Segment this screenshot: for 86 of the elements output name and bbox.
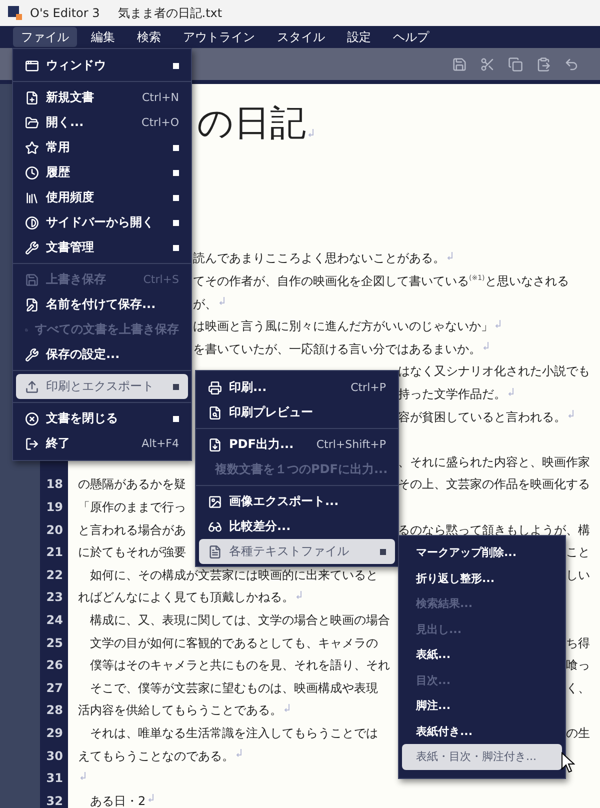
line-number: 21	[45, 545, 64, 560]
shortcut-label: Ctrl+Shift+P	[316, 438, 386, 451]
text-line: そこで、僕等が文芸家に望むものは、映画構成や表現	[89, 682, 378, 694]
app-title: O's Editor 3	[30, 6, 100, 20]
line-number: 22	[45, 568, 64, 582]
menu-item[interactable]: マークアップ削除...	[402, 540, 562, 566]
line-number: 27	[45, 680, 64, 695]
text-line: 読んであまりこころよく思わないことがある。	[193, 252, 445, 264]
line-number: 26	[45, 658, 64, 672]
menu-item[interactable]: 保存の設定...	[16, 342, 188, 367]
text-line: 如何に、その構成が文芸家には映画的に出来ていると	[89, 568, 378, 581]
menu-item[interactable]: 印刷とエクスポート	[16, 374, 188, 399]
line-number: 28	[45, 703, 64, 718]
text-line: の生	[566, 726, 590, 739]
shortcut-label: Alt+F4	[142, 437, 179, 450]
text-line: は映画と言う風に別々に進んだ方がいいのじゃないか」	[193, 320, 493, 332]
shortcut-label: Ctrl+S	[143, 273, 179, 286]
menu-item[interactable]: 折り返し整形...	[402, 566, 562, 591]
menu-item[interactable]: 使用頻度	[16, 185, 188, 210]
text-line: 構成に、又、表現に関しては、文学の場合と映画の場合	[89, 614, 390, 626]
text-line: と言われる場合があ	[78, 524, 186, 536]
text-line: てその作者が、自作の映画化を企図して書いている$^{(※1)}$と思いなされる	[193, 275, 569, 288]
line-number: 19	[45, 500, 64, 514]
text-line: ある日・2	[89, 794, 146, 807]
menu-item[interactable]: 履歴	[16, 160, 188, 185]
text-line: 容が貧困していると言われる。	[398, 410, 566, 423]
text-line: 僕等はそのキャメラと共にものを見、それを語り、それ	[89, 659, 390, 672]
menu-item[interactable]: 比較差分...	[199, 514, 395, 539]
shortcut-label: Ctrl+N	[142, 91, 179, 104]
text-line: を書いていたが、一応頷ける言い分ではあるまいか。	[193, 342, 481, 355]
text-line: 持った文学作品だ。	[398, 388, 506, 400]
menu-item[interactable]: 表紙付き...	[402, 718, 562, 744]
menu-bar-item[interactable]: ファイル	[13, 27, 77, 47]
menu-item[interactable]: PDF出力... Ctrl+Shift+P	[199, 432, 395, 457]
text-line: 活内容を供給してもらうことである。	[78, 704, 282, 716]
text-line: こと	[566, 546, 590, 558]
line-number: 20	[45, 522, 64, 537]
text-line: それは、唯単なる生活常識を注入してもらうことでは	[89, 726, 378, 739]
menu-item[interactable]: 終了 Alt+F4	[16, 431, 188, 456]
text-line: その上、文芸家の作品を映画化する	[398, 478, 590, 490]
menu-item[interactable]: 画像エクスポート...	[199, 489, 395, 514]
text-line: に於てもそれが強要	[78, 546, 186, 558]
line-number: 30	[45, 748, 64, 763]
text-line: が、	[193, 298, 217, 310]
window-title: 気まま者の日記.txt	[118, 4, 222, 22]
text-line: ればどんなによく見ても頂戴しかねる。	[78, 591, 294, 604]
menu-item[interactable]: 各種テキストファイル	[199, 539, 395, 564]
menu-bar-item[interactable]: スタイル	[269, 27, 333, 47]
menu-bar-item[interactable]: ヘルプ	[385, 27, 437, 47]
menu-item[interactable]: 印刷... Ctrl+P	[199, 375, 395, 400]
menu-bar-item[interactable]: 検索	[129, 27, 169, 47]
shortcut-label: Ctrl+O	[142, 116, 179, 129]
text-line: の懸隔があるかを疑	[78, 478, 186, 490]
menu-item[interactable]: 常用	[16, 135, 188, 160]
menu-bar-item[interactable]: アウトライン	[175, 27, 263, 47]
line-number: 23	[45, 590, 64, 604]
menu-item[interactable]: 脚注...	[402, 693, 562, 718]
line-number: 29	[45, 726, 64, 740]
menu-item[interactable]: 開く... Ctrl+O	[16, 110, 188, 135]
text-line: 「原作のままで行っ	[78, 501, 186, 514]
text-line: 文学の目が如何に客観的であるとしても、キャメラの	[89, 636, 378, 649]
menu-bar-item[interactable]: 設定	[339, 27, 379, 47]
menu-item[interactable]: 新規文書 Ctrl+N	[16, 85, 188, 110]
line-number: 31	[45, 771, 64, 786]
line-number: 18	[45, 477, 64, 492]
document-title: の日記	[197, 106, 306, 142]
menu-item[interactable]: 表紙・目次・脚注付き...	[402, 744, 562, 770]
shortcut-label: Ctrl+P	[350, 381, 386, 394]
menu-item[interactable]: 印刷プレビュー	[199, 400, 395, 425]
text-line: しい	[566, 568, 590, 581]
menu-item[interactable]: 文書管理	[16, 235, 188, 260]
line-number: 25	[45, 636, 64, 650]
text-line: 喰っ	[566, 659, 590, 672]
line-number: 32	[45, 794, 64, 808]
line-number: 24	[45, 612, 64, 627]
text-line: 、それに盛られた内容と、映画作家	[398, 456, 590, 468]
menu-item[interactable]: ウィンドウ	[16, 53, 188, 78]
text-line: く、	[566, 682, 590, 694]
text-line: えてもらうことなのである。	[78, 750, 234, 762]
menu-item[interactable]: 文書を閉じる	[16, 406, 188, 431]
menu-bar-item[interactable]: 編集	[83, 27, 123, 47]
text-line: ち得	[566, 636, 590, 649]
text-line: はなく又シナリオ化された小説でも	[398, 365, 590, 378]
menu-item[interactable]: 表紙...	[402, 642, 562, 668]
menu-item[interactable]: サイドバーから開く	[16, 210, 188, 235]
menu-item[interactable]: 名前を付けて保存...	[16, 292, 188, 317]
